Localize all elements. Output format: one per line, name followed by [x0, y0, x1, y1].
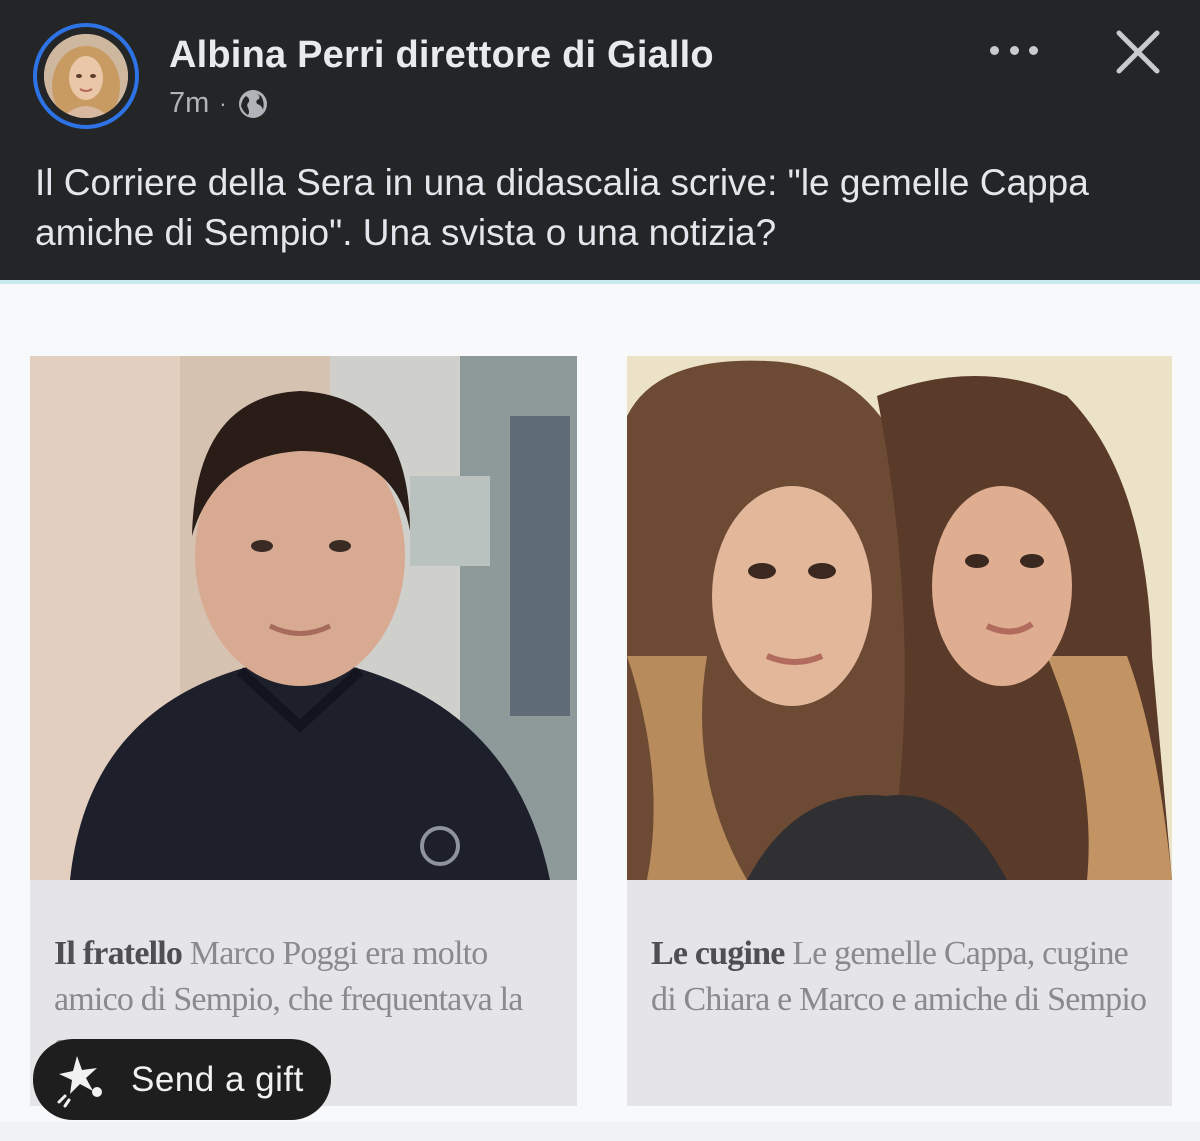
- send-gift-button[interactable]: Send a gift: [33, 1039, 331, 1120]
- image-panel-right: Le cugine Le gemelle Cappa, cugine di Ch…: [627, 356, 1172, 1106]
- meta-separator: ·: [219, 90, 227, 116]
- image-panel-left: Il fratello Marco Poggi era molto amico …: [30, 356, 577, 1106]
- post-header: Albina Perri direttore di Giallo 7m · Il…: [0, 0, 1200, 280]
- author-name[interactable]: Albina Perri direttore di Giallo: [169, 34, 714, 77]
- more-options-icon[interactable]: [990, 30, 1038, 70]
- post-text: Il Corriere della Sera in una didascalia…: [35, 162, 1089, 253]
- close-icon[interactable]: [1112, 26, 1164, 78]
- globe-icon: [238, 89, 267, 118]
- caption-right-bold: Le cugine: [651, 935, 785, 972]
- avatar-photo: [44, 34, 128, 118]
- author-avatar[interactable]: [33, 23, 139, 129]
- caption-right: Le cugine Le gemelle Cappa, cugine di Ch…: [651, 931, 1151, 1023]
- post-time[interactable]: 7m: [169, 87, 209, 120]
- bottom-edge: [0, 1122, 1200, 1141]
- send-gift-label: Send a gift: [131, 1059, 304, 1099]
- photo-twins: [627, 356, 1172, 880]
- post-meta: 7m ·: [169, 87, 269, 120]
- gift-sparkle-icon: [57, 1055, 102, 1107]
- photo-man: [30, 356, 577, 880]
- caption-left-bold: Il fratello: [54, 935, 183, 972]
